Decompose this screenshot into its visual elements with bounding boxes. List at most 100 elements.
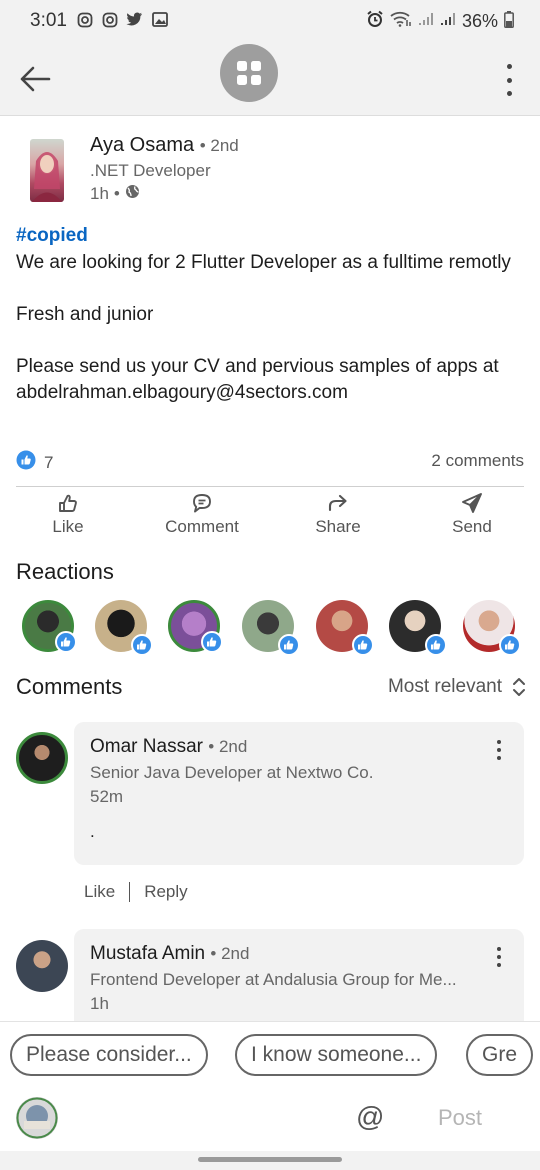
comment-like-button[interactable]: Like: [84, 882, 115, 902]
mention-button[interactable]: @: [356, 1101, 384, 1133]
comment-icon: [193, 494, 211, 513]
degree-text: 2nd: [218, 737, 248, 756]
post-paragraph: We are looking for 2 Flutter Developer a…: [16, 252, 511, 273]
grid-icon: [237, 61, 261, 85]
like-reaction-icon: [499, 634, 521, 656]
share-label: Share: [315, 517, 361, 536]
battery-icon: [504, 10, 514, 33]
comment-more-button[interactable]: [496, 740, 502, 760]
like-reaction-icon: [131, 634, 153, 656]
comment-reply-button[interactable]: Reply: [144, 882, 187, 902]
author-avatar[interactable]: [30, 139, 64, 202]
person-photo: [32, 152, 62, 202]
share-button[interactable]: Share: [313, 492, 363, 542]
battery-level: 36%: [461, 11, 498, 31]
hashtag-link[interactable]: #copied: [16, 225, 88, 247]
suggestion-chip[interactable]: Please consider...: [10, 1034, 208, 1076]
dot: [497, 963, 501, 967]
commenter-avatar[interactable]: [16, 732, 68, 784]
instagram-icon: [101, 11, 118, 28]
reactor-avatar[interactable]: [242, 600, 300, 656]
post-time-text: 1h: [90, 184, 109, 203]
apps-button[interactable]: [220, 44, 278, 102]
like-reaction-icon: [16, 450, 36, 475]
degree-text: 2nd: [221, 944, 250, 963]
post-paragraph: Fresh and junior: [16, 304, 154, 325]
status-bar: 3:01 36%: [0, 0, 540, 44]
like-reaction-icon: [278, 634, 300, 656]
author-headline: .NET Developer: [90, 161, 211, 180]
post-paragraph: Please send us your CV and pervious samp…: [16, 356, 499, 403]
system-status: 36%: [366, 10, 514, 33]
separator: [129, 882, 131, 902]
comment-bubble: Omar Nassar • 2nd Senior Java Developer …: [74, 722, 524, 865]
comment-text: .: [90, 822, 95, 841]
like-reaction-icon: [55, 631, 77, 653]
comment-sort-dropdown[interactable]: Most relevant: [388, 676, 526, 698]
suggestion-chip[interactable]: Gre: [466, 1034, 534, 1076]
reactor-avatar[interactable]: [168, 600, 223, 653]
commenter-degree: • 2nd: [210, 944, 250, 963]
comments-count[interactable]: 2 comments: [431, 451, 524, 471]
system-nav-bar: [0, 1151, 540, 1170]
post-comment-button[interactable]: Post: [438, 1105, 482, 1131]
commenter-headline: Frontend Developer at Andalusia Group fo…: [90, 970, 457, 989]
commenter-name[interactable]: Omar Nassar • 2nd: [90, 736, 247, 758]
reactor-avatar[interactable]: [389, 600, 447, 656]
comment-button[interactable]: Comment: [162, 492, 242, 542]
comment-more-button[interactable]: [496, 947, 502, 967]
reactor-avatar[interactable]: [22, 600, 77, 653]
commenter-avatar[interactable]: [16, 940, 68, 992]
send-button[interactable]: Send: [450, 492, 494, 542]
send-label: Send: [452, 517, 492, 536]
like-reaction-icon: [201, 631, 223, 653]
gallery-icon: [151, 11, 168, 28]
comment-compose-bar: @ Post: [0, 1087, 540, 1151]
post-text: We are looking for 2 Flutter Developer a…: [16, 250, 526, 432]
comment-label: Comment: [165, 517, 239, 536]
post-timestamp: 1h •: [90, 184, 140, 204]
thumbs-up-icon: [59, 494, 77, 512]
signal-icon: [440, 11, 456, 32]
dot: [497, 947, 501, 951]
home-gesture-handle[interactable]: [198, 1157, 342, 1162]
back-arrow-icon: [20, 66, 51, 92]
reactor-avatar[interactable]: [316, 600, 374, 656]
more-options-button[interactable]: [504, 64, 514, 96]
my-avatar[interactable]: [16, 1097, 58, 1139]
dot: [506, 77, 512, 83]
suggestion-chip[interactable]: I know someone...: [235, 1034, 438, 1076]
dot: [506, 91, 512, 96]
commenter-degree: • 2nd: [208, 737, 248, 756]
dot: [497, 748, 501, 752]
reactions-count[interactable]: 7: [16, 450, 53, 475]
like-reaction-icon: [352, 634, 374, 656]
dot: [497, 740, 501, 744]
comments-heading: Comments: [16, 674, 123, 699]
status-time: 3:01: [30, 10, 67, 31]
author-name[interactable]: Aya Osama • 2nd: [90, 134, 239, 157]
commenter-name-text: Mustafa Amin: [90, 943, 206, 964]
sort-label: Most relevant: [387, 676, 502, 697]
globe-icon: [125, 184, 140, 204]
author-degree: • 2nd: [199, 136, 239, 155]
divider: [16, 486, 524, 487]
degree-text: 2nd: [210, 136, 239, 155]
instagram-icon: [76, 11, 93, 28]
send-icon: [462, 493, 482, 513]
commenter-headline: Senior Java Developer at Nextwo Co.: [90, 763, 374, 782]
like-reaction-icon: [425, 634, 447, 656]
share-icon: [328, 494, 347, 512]
comment-suggestions: Please consider... I know someone... Gre: [0, 1021, 540, 1087]
like-label: Like: [52, 517, 84, 536]
comment-actions: Like Reply: [84, 882, 188, 902]
commenter-name[interactable]: Mustafa Amin • 2nd: [90, 943, 249, 965]
reactions-heading: Reactions: [16, 559, 114, 584]
reactor-avatar[interactable]: [463, 600, 521, 656]
sort-arrows-icon: [513, 678, 525, 696]
back-button[interactable]: [18, 64, 52, 94]
dot: [497, 756, 501, 760]
like-button[interactable]: Like: [50, 492, 86, 542]
app-bar: [0, 44, 540, 116]
reactor-avatar[interactable]: [95, 600, 153, 656]
